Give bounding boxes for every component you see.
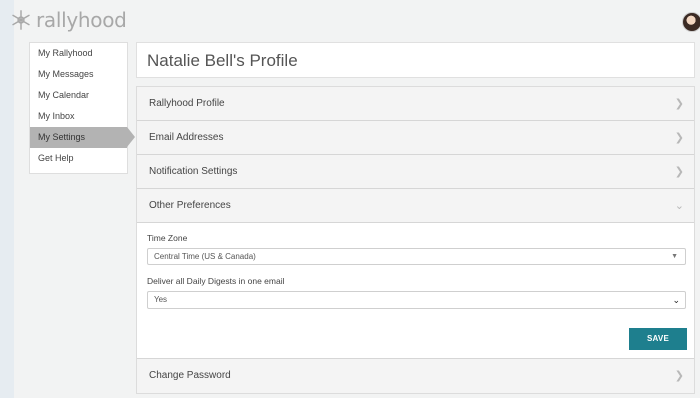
digest-value: Yes [154, 295, 168, 304]
accordion-rallyhood-profile[interactable]: Rallyhood Profile ❯ [137, 87, 694, 121]
chevron-down-icon: ⌄ [672, 295, 680, 305]
chevron-right-icon: ❯ [674, 166, 684, 178]
digest-select[interactable]: Yes ⌄ [147, 291, 686, 309]
accordion-label: Notification Settings [149, 166, 238, 177]
time-zone-value: Central Time (US & Canada) [154, 252, 256, 261]
page-title: Natalie Bell's Profile [136, 42, 695, 78]
save-button[interactable]: SAVE [629, 328, 687, 350]
accordion-label: Change Password [149, 370, 231, 381]
avatar[interactable] [682, 12, 700, 32]
chevron-right-icon: ❯ [674, 370, 684, 382]
accordion-label: Other Preferences [149, 200, 231, 211]
chevron-down-icon: ⌄ [674, 200, 684, 212]
accordion-label: Rallyhood Profile [149, 98, 225, 109]
sidebar-item-my-inbox[interactable]: My Inbox [30, 106, 127, 127]
other-preferences-panel: Time Zone Central Time (US & Canada) ▼ D… [137, 223, 694, 359]
accordion-change-password[interactable]: Change Password ❯ [137, 359, 694, 393]
time-zone-select[interactable]: Central Time (US & Canada) ▼ [147, 248, 686, 265]
snowflake-logo-icon [12, 10, 30, 30]
top-bar: rallyhood [0, 0, 700, 40]
sidebar-nav: My Rallyhood My Messages My Calendar My … [29, 42, 135, 174]
chevron-right-icon: ❯ [674, 98, 684, 110]
digest-label: Deliver all Daily Digests in one email [147, 276, 285, 286]
accordion-notification-settings[interactable]: Notification Settings ❯ [137, 155, 694, 189]
time-zone-label: Time Zone [147, 233, 188, 243]
sidebar-item-my-calendar[interactable]: My Calendar [30, 85, 127, 106]
logo-text: rallyhood [36, 8, 127, 32]
chevron-right-icon: ❯ [674, 132, 684, 144]
sidebar-item-my-rallyhood[interactable]: My Rallyhood [30, 43, 127, 64]
rallyhood-logo[interactable]: rallyhood [10, 7, 127, 33]
left-edge-strip [0, 0, 14, 398]
accordion-email-addresses[interactable]: Email Addresses ❯ [137, 121, 694, 155]
caret-down-icon: ▼ [671, 253, 678, 260]
sidebar-item-my-settings[interactable]: My Settings [30, 127, 135, 148]
settings-accordion: Rallyhood Profile ❯ Email Addresses ❯ No… [136, 86, 695, 394]
accordion-other-preferences[interactable]: Other Preferences ⌄ [137, 189, 694, 223]
sidebar-item-get-help[interactable]: Get Help [30, 148, 127, 169]
sidebar-item-my-messages[interactable]: My Messages [30, 64, 127, 85]
accordion-label: Email Addresses [149, 132, 224, 143]
